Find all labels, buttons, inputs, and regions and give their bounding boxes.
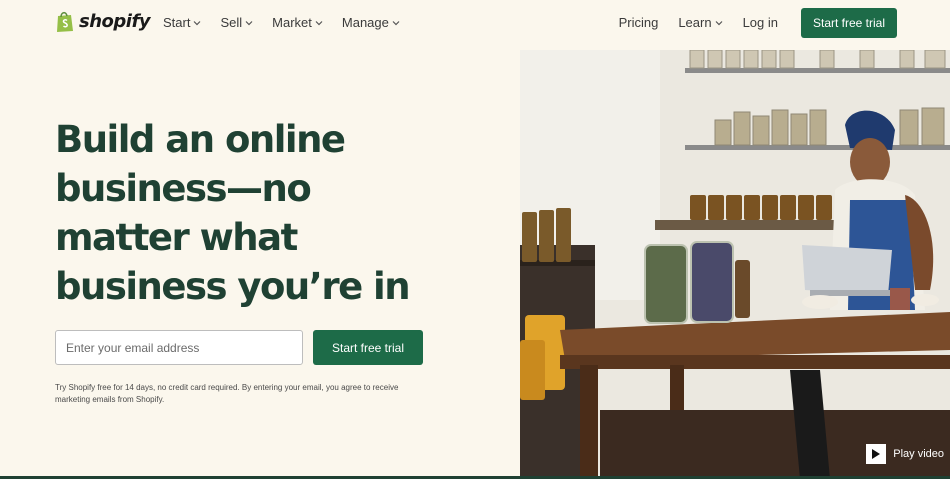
headline-line: business—no (55, 167, 312, 210)
secondary-nav: Pricing Learn Log in (619, 15, 778, 30)
play-video-button[interactable]: Play video (866, 444, 944, 464)
nav-start-trial-button[interactable]: Start free trial (801, 8, 897, 38)
logo-wordmark: shopify (79, 11, 151, 32)
top-nav: shopify Start Sell Market Manage Pricing… (0, 0, 950, 46)
hero-start-trial-button[interactable]: Start free trial (313, 330, 423, 365)
nav-item-learn[interactable]: Learn (678, 15, 723, 30)
nav-item-manage[interactable]: Manage (342, 15, 400, 30)
nav-item-label: Sell (220, 15, 243, 30)
nav-item-login[interactable]: Log in (743, 15, 778, 30)
nav-item-pricing[interactable]: Pricing (619, 15, 659, 30)
chevron-down-icon (392, 20, 400, 25)
nav-item-label: Market (272, 15, 312, 30)
headline-line: business you’re in (55, 265, 411, 308)
primary-nav: Start Sell Market Manage (163, 15, 400, 30)
shopify-bag-icon (57, 11, 73, 32)
hero-photo-scene (520, 50, 950, 479)
hero-headline: Build an online business—no matter what … (55, 115, 485, 311)
nav-item-label: Pricing (618, 15, 659, 30)
email-input[interactable] (55, 330, 303, 365)
chevron-down-icon (315, 20, 323, 25)
chevron-down-icon (194, 20, 201, 25)
play-video-label: Play video (893, 448, 944, 460)
shopify-logo[interactable]: shopify (55, 10, 151, 33)
nav-item-label: Start (163, 15, 191, 30)
hero-photo: Play video (520, 50, 950, 479)
chevron-down-icon (715, 20, 723, 25)
chevron-down-icon (245, 20, 253, 25)
nav-item-label: Manage (341, 15, 389, 30)
headline-line: Build an online (55, 118, 346, 161)
nav-item-sell[interactable]: Sell (220, 15, 253, 30)
nav-item-label: Learn (678, 15, 712, 30)
headline-line: matter what (55, 216, 298, 259)
trial-disclaimer: Try Shopify free for 14 days, no credit … (55, 383, 399, 404)
play-icon (866, 444, 887, 464)
nav-item-start[interactable]: Start (163, 15, 201, 30)
nav-item-market[interactable]: Market (272, 15, 323, 30)
nav-item-label: Log in (742, 15, 778, 30)
